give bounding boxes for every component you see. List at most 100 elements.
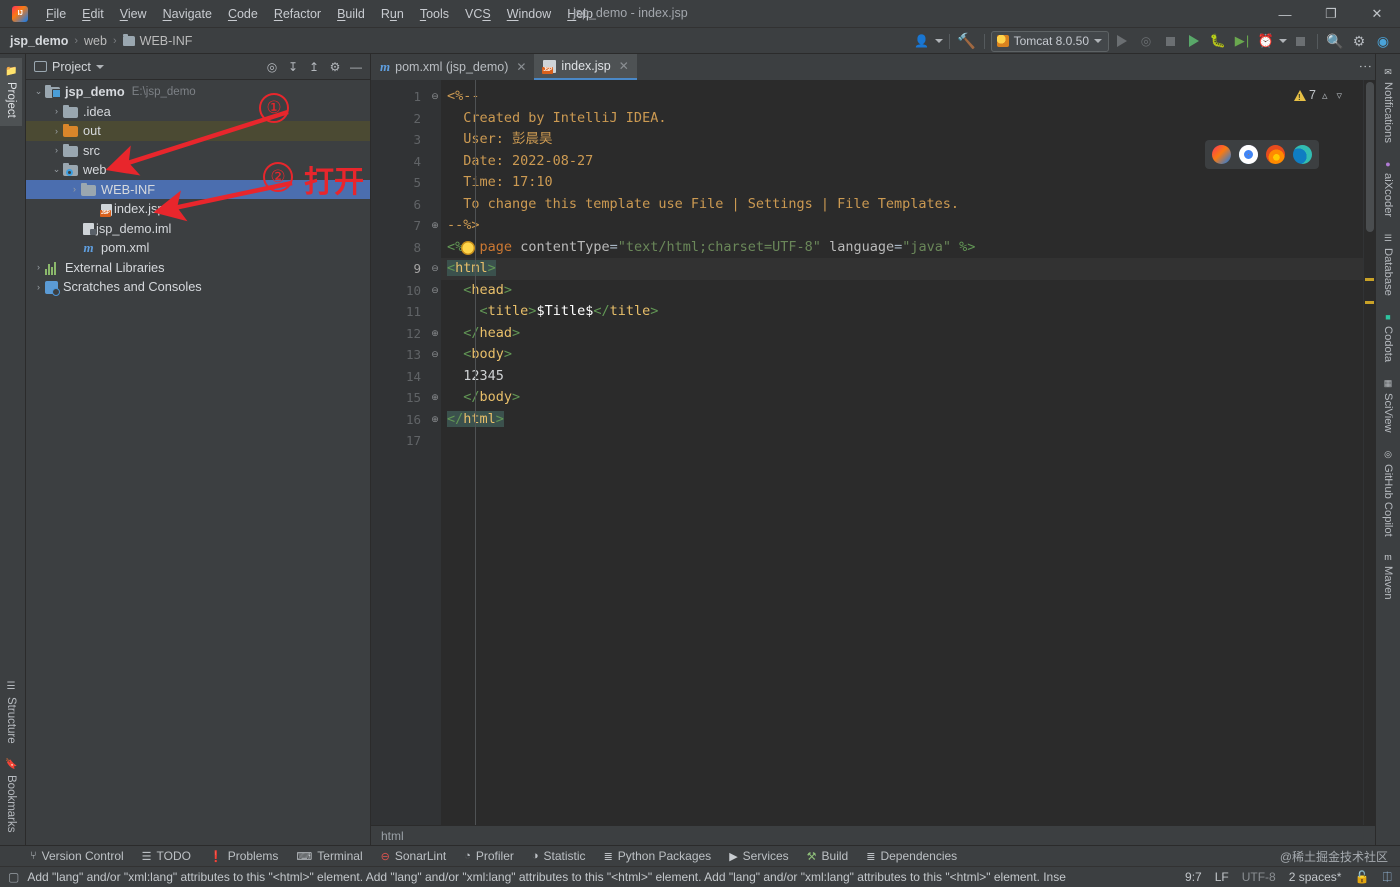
settings-gear-icon[interactable]: ⚙: [1348, 30, 1370, 52]
toolwindow-terminal[interactable]: ⌨Terminal: [288, 848, 370, 864]
breadcrumb-html[interactable]: html: [381, 829, 404, 843]
code-line[interactable]: Created by IntelliJ IDEA.: [441, 108, 1363, 130]
tree-node-out[interactable]: ›out: [26, 121, 370, 141]
code-line[interactable]: [441, 430, 1363, 452]
search-icon[interactable]: 🔍: [1324, 30, 1346, 52]
tree-node--idea[interactable]: ›.idea: [26, 102, 370, 122]
tree-node-jsp-demo[interactable]: ⌄jsp_demoE:\jsp_demo: [26, 82, 370, 102]
close-icon[interactable]: ✕: [516, 60, 526, 74]
line-number[interactable]: 12: [371, 323, 429, 345]
close-button[interactable]: ✕: [1354, 0, 1400, 28]
sidebar-item-bookmarks[interactable]: 🔖 Bookmarks: [0, 751, 22, 841]
line-number[interactable]: 14: [371, 366, 429, 388]
breadcrumb-project[interactable]: jsp_demo: [10, 34, 68, 48]
maximize-button[interactable]: ❐: [1308, 0, 1354, 28]
sidebar-item-github-copilot[interactable]: ◎GitHub Copilot: [1378, 442, 1398, 544]
menu-tools[interactable]: Tools: [412, 3, 457, 25]
line-number[interactable]: 7: [371, 215, 429, 237]
minimize-button[interactable]: —: [1262, 0, 1308, 28]
toolwindow-python-packages[interactable]: ≣Python Packages: [596, 848, 720, 864]
line-number[interactable]: 10: [371, 280, 429, 302]
line-number[interactable]: 11: [371, 301, 429, 323]
fold-marker[interactable]: [429, 366, 441, 388]
fold-marker[interactable]: [429, 108, 441, 130]
stop-icon[interactable]: [1159, 30, 1181, 52]
line-number[interactable]: 15: [371, 387, 429, 409]
line-number[interactable]: 9: [371, 258, 429, 280]
line-number[interactable]: 13: [371, 344, 429, 366]
tree-node-web[interactable]: ⌄web: [26, 160, 370, 180]
collapse-all-icon[interactable]: ↥: [304, 57, 324, 77]
code-line[interactable]: <%@ page contentType="text/html;charset=…: [441, 237, 1363, 259]
breadcrumb-webinf[interactable]: WEB-INF: [123, 34, 193, 48]
run-with-coverage-icon[interactable]: ◎: [1135, 30, 1157, 52]
line-number[interactable]: 6: [371, 194, 429, 216]
fold-marker[interactable]: [429, 237, 441, 259]
sidebar-item-codota[interactable]: ■Codota: [1378, 305, 1398, 369]
fold-marker[interactable]: [429, 194, 441, 216]
hide-panel-icon[interactable]: —: [346, 57, 366, 77]
fold-marker[interactable]: ⊕: [429, 387, 441, 409]
breadcrumb-web[interactable]: web: [84, 34, 107, 48]
code-line[interactable]: To change this template use File | Setti…: [441, 194, 1363, 216]
caret-position[interactable]: 9:7: [1185, 870, 1202, 884]
sidebar-item-project[interactable]: 📁 Project: [0, 58, 22, 126]
fold-marker[interactable]: [429, 151, 441, 173]
line-number[interactable]: 16: [371, 409, 429, 431]
line-number[interactable]: 4: [371, 151, 429, 173]
code-line[interactable]: <%--: [441, 86, 1363, 108]
code-line[interactable]: <title>$Title$</title>: [441, 301, 1363, 323]
fold-marker[interactable]: ⊖: [429, 280, 441, 302]
code-line[interactable]: Time: 17:10: [441, 172, 1363, 194]
menu-code[interactable]: Code: [220, 3, 266, 25]
tree-expand-arrow[interactable]: ⌄: [50, 164, 63, 175]
locate-icon[interactable]: ◎: [262, 57, 282, 77]
tree-expand-arrow[interactable]: ⌄: [32, 86, 45, 97]
sidebar-item-notifications[interactable]: ✉Notifications: [1378, 60, 1398, 150]
menu-run[interactable]: Run: [373, 3, 412, 25]
editor-scrollbar[interactable]: [1363, 80, 1375, 825]
warning-marker[interactable]: [1365, 278, 1374, 281]
line-number[interactable]: 3: [371, 129, 429, 151]
tree-node-scratches-and-consoles[interactable]: ›Scratches and Consoles: [26, 277, 370, 297]
intention-bulb-icon[interactable]: [461, 241, 475, 255]
tree-node-src[interactable]: ›src: [26, 141, 370, 161]
expand-all-icon[interactable]: ↧: [283, 57, 303, 77]
fold-marker[interactable]: ⊖: [429, 258, 441, 280]
line-number[interactable]: 17: [371, 430, 429, 452]
line-number[interactable]: 1: [371, 86, 429, 108]
chevron-down-icon[interactable]: [935, 39, 943, 43]
fold-marker[interactable]: ⊖: [429, 344, 441, 366]
code-line[interactable]: --%>: [441, 215, 1363, 237]
tab-index-jsp[interactable]: index.jsp ✕: [534, 54, 636, 80]
close-icon[interactable]: ✕: [619, 59, 629, 73]
edge-icon[interactable]: [1293, 145, 1312, 164]
run-to-cursor-icon[interactable]: ▶ |: [1231, 30, 1253, 52]
tree-node-index-jsp[interactable]: index.jsp: [26, 199, 370, 219]
intellij-preview-icon[interactable]: [1212, 145, 1231, 164]
code-line[interactable]: <html>: [441, 258, 1363, 280]
line-number[interactable]: 8: [371, 237, 429, 259]
profile-icon[interactable]: ⏰: [1255, 30, 1277, 52]
plugin-icon[interactable]: ◉: [1372, 30, 1394, 52]
settings-gear-icon[interactable]: ⚙: [325, 57, 345, 77]
lock-icon[interactable]: 🔓: [1354, 870, 1369, 884]
debug-icon[interactable]: 🐛: [1207, 30, 1229, 52]
build-hammer-icon[interactable]: 🔨: [956, 30, 978, 52]
tab-pom-xml[interactable]: m pom.xml (jsp_demo) ✕: [371, 54, 534, 80]
toolwindow-statistic[interactable]: ◑Statistic: [524, 848, 594, 864]
firefox-icon[interactable]: [1266, 145, 1285, 164]
toolwindow-dependencies[interactable]: ≣Dependencies: [858, 848, 965, 864]
tree-expand-arrow[interactable]: ›: [50, 145, 63, 155]
sidebar-item-maven[interactable]: mMaven: [1378, 545, 1398, 607]
sidebar-item-sciview[interactable]: ▦SciView: [1378, 371, 1398, 440]
code-line[interactable]: <body>: [441, 344, 1363, 366]
tree-expand-arrow[interactable]: ›: [50, 106, 63, 116]
toolwindow-problems[interactable]: ❗Problems: [201, 848, 286, 864]
menu-build[interactable]: Build: [329, 3, 373, 25]
toolwindow-profiler[interactable]: ◔Profiler: [456, 848, 522, 864]
file-encoding[interactable]: UTF-8: [1242, 870, 1276, 884]
code-line[interactable]: </body>: [441, 387, 1363, 409]
inspection-widget[interactable]: 7 ▵ ▿: [1290, 80, 1349, 110]
run-configuration-selector[interactable]: Tomcat 8.0.50: [991, 31, 1109, 52]
